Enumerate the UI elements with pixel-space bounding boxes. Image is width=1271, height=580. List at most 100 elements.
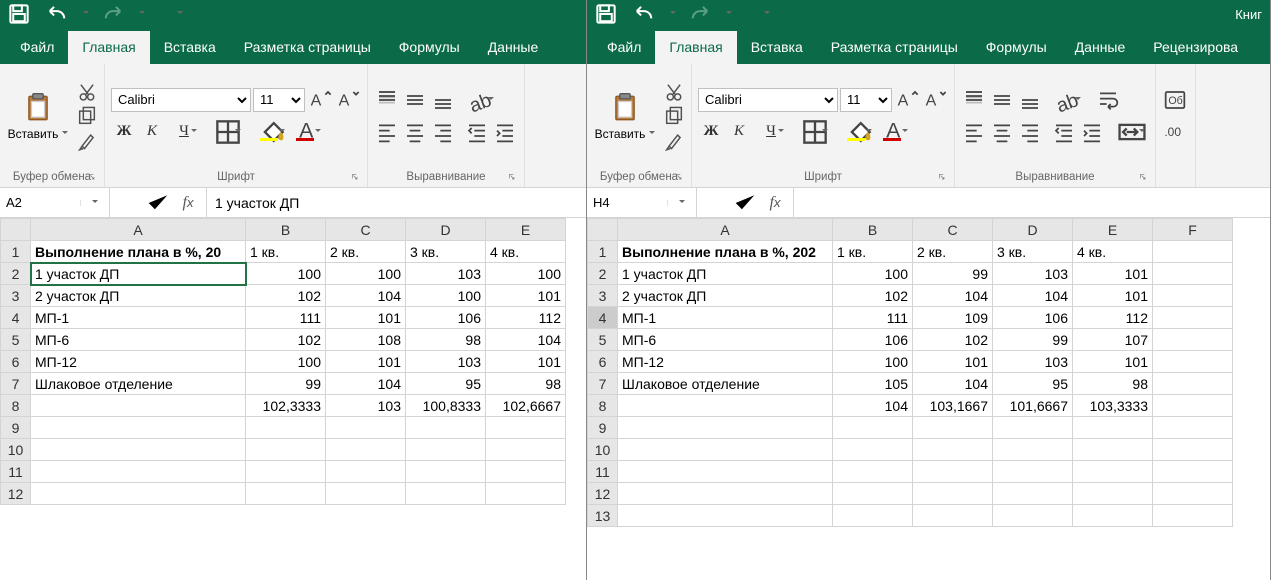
cell[interactable]: [1153, 241, 1233, 263]
name-box[interactable]: [0, 188, 110, 217]
qat-customize-icon[interactable]: [166, 4, 192, 24]
row-header[interactable]: 13: [588, 505, 618, 527]
font-size-select[interactable]: 11: [253, 88, 305, 112]
cell[interactable]: [1153, 395, 1233, 417]
cell[interactable]: 2 кв.: [326, 241, 406, 263]
increase-font-icon[interactable]: A: [307, 88, 333, 112]
underline-button[interactable]: Ч: [754, 120, 788, 144]
cell[interactable]: 98: [486, 373, 566, 395]
cut-icon[interactable]: [663, 82, 685, 102]
cell[interactable]: 101: [326, 307, 406, 329]
cell[interactable]: 1 участок ДП: [618, 263, 833, 285]
cell[interactable]: 107: [1073, 329, 1153, 351]
cell[interactable]: [993, 417, 1073, 439]
cell[interactable]: [326, 461, 406, 483]
cell[interactable]: [993, 461, 1073, 483]
cut-icon[interactable]: [76, 82, 98, 102]
qat-undo-icon[interactable]: [44, 4, 70, 24]
align-top-icon[interactable]: [374, 88, 400, 112]
cell[interactable]: МП-12: [31, 351, 246, 373]
decrease-indent-icon[interactable]: [464, 120, 490, 144]
enter-formula-icon[interactable]: [144, 188, 172, 217]
qat-redo-dd[interactable]: [715, 4, 741, 24]
row-header[interactable]: 12: [1, 483, 31, 505]
cell[interactable]: [618, 395, 833, 417]
cell[interactable]: [1073, 483, 1153, 505]
cell[interactable]: [1153, 351, 1233, 373]
name-box-input[interactable]: [0, 188, 80, 217]
align-top-icon[interactable]: [961, 88, 987, 112]
font-color-icon[interactable]: A: [878, 120, 912, 144]
qat-undo-dd[interactable]: [659, 4, 685, 24]
increase-font-icon[interactable]: A: [894, 88, 920, 112]
cell[interactable]: 1 участок ДП: [31, 263, 246, 285]
cell[interactable]: 3 кв.: [993, 241, 1073, 263]
cell[interactable]: 103: [326, 395, 406, 417]
row-header[interactable]: 12: [588, 483, 618, 505]
cell[interactable]: 100: [833, 263, 913, 285]
number-format-icon[interactable]: Об: [1162, 88, 1188, 112]
font-launcher-icon[interactable]: [351, 173, 363, 185]
cell[interactable]: [1073, 417, 1153, 439]
copy-icon[interactable]: [663, 106, 685, 126]
cell[interactable]: 112: [1073, 307, 1153, 329]
decrease-font-icon[interactable]: A: [922, 88, 948, 112]
cell[interactable]: 100: [326, 263, 406, 285]
tab-formulas[interactable]: Формулы: [385, 31, 474, 64]
row-header[interactable]: 3: [1, 285, 31, 307]
name-box-input[interactable]: [587, 188, 667, 217]
name-box[interactable]: [587, 188, 697, 217]
cell[interactable]: [833, 417, 913, 439]
cell[interactable]: [31, 417, 246, 439]
fill-color-icon[interactable]: [842, 120, 876, 144]
cell[interactable]: 3 кв.: [406, 241, 486, 263]
merge-cells-icon[interactable]: [1115, 120, 1149, 144]
cell[interactable]: 100: [246, 351, 326, 373]
cell[interactable]: 99: [993, 329, 1073, 351]
row-header[interactable]: 3: [588, 285, 618, 307]
select-all-corner[interactable]: [1, 219, 31, 241]
cell[interactable]: [618, 439, 833, 461]
row-header[interactable]: 2: [588, 263, 618, 285]
qat-save-icon[interactable]: [6, 4, 32, 24]
cell[interactable]: 101: [486, 351, 566, 373]
qat-undo-icon[interactable]: [631, 4, 657, 24]
cell[interactable]: [1153, 285, 1233, 307]
qat-undo-dd[interactable]: [72, 4, 98, 24]
cell[interactable]: 100: [406, 285, 486, 307]
cell[interactable]: 104: [913, 285, 993, 307]
cell[interactable]: МП-1: [31, 307, 246, 329]
increase-indent-icon[interactable]: [492, 120, 518, 144]
qat-customize-icon[interactable]: [753, 4, 779, 24]
tab-file[interactable]: Файл: [593, 31, 655, 64]
cell[interactable]: 102: [833, 285, 913, 307]
fill-color-icon[interactable]: [255, 120, 289, 144]
cell[interactable]: 100,8333: [406, 395, 486, 417]
tab-data[interactable]: Данные: [1061, 31, 1140, 64]
format-painter-icon[interactable]: [76, 130, 98, 150]
cancel-formula-icon[interactable]: [701, 188, 729, 217]
formula-input[interactable]: [794, 188, 1270, 217]
qat-save-icon[interactable]: [593, 4, 619, 24]
cell[interactable]: 95: [406, 373, 486, 395]
tab-insert[interactable]: Вставка: [737, 31, 817, 64]
cell[interactable]: 2 участок ДП: [31, 285, 246, 307]
row-header[interactable]: 11: [1, 461, 31, 483]
font-color-icon[interactable]: A: [291, 120, 325, 144]
align-center-icon[interactable]: [989, 120, 1015, 144]
cell[interactable]: 2 участок ДП: [618, 285, 833, 307]
cell[interactable]: [326, 417, 406, 439]
cell[interactable]: 111: [246, 307, 326, 329]
cell[interactable]: 111: [833, 307, 913, 329]
cell[interactable]: 106: [833, 329, 913, 351]
cell[interactable]: [1153, 329, 1233, 351]
cell[interactable]: [833, 439, 913, 461]
tab-layout[interactable]: Разметка страницы: [230, 31, 385, 64]
cell[interactable]: [406, 483, 486, 505]
cell[interactable]: 102,3333: [246, 395, 326, 417]
cell[interactable]: 102: [913, 329, 993, 351]
cell[interactable]: [618, 483, 833, 505]
cell[interactable]: 102: [246, 285, 326, 307]
align-left-icon[interactable]: [374, 120, 400, 144]
orientation-icon[interactable]: ab: [464, 88, 498, 112]
